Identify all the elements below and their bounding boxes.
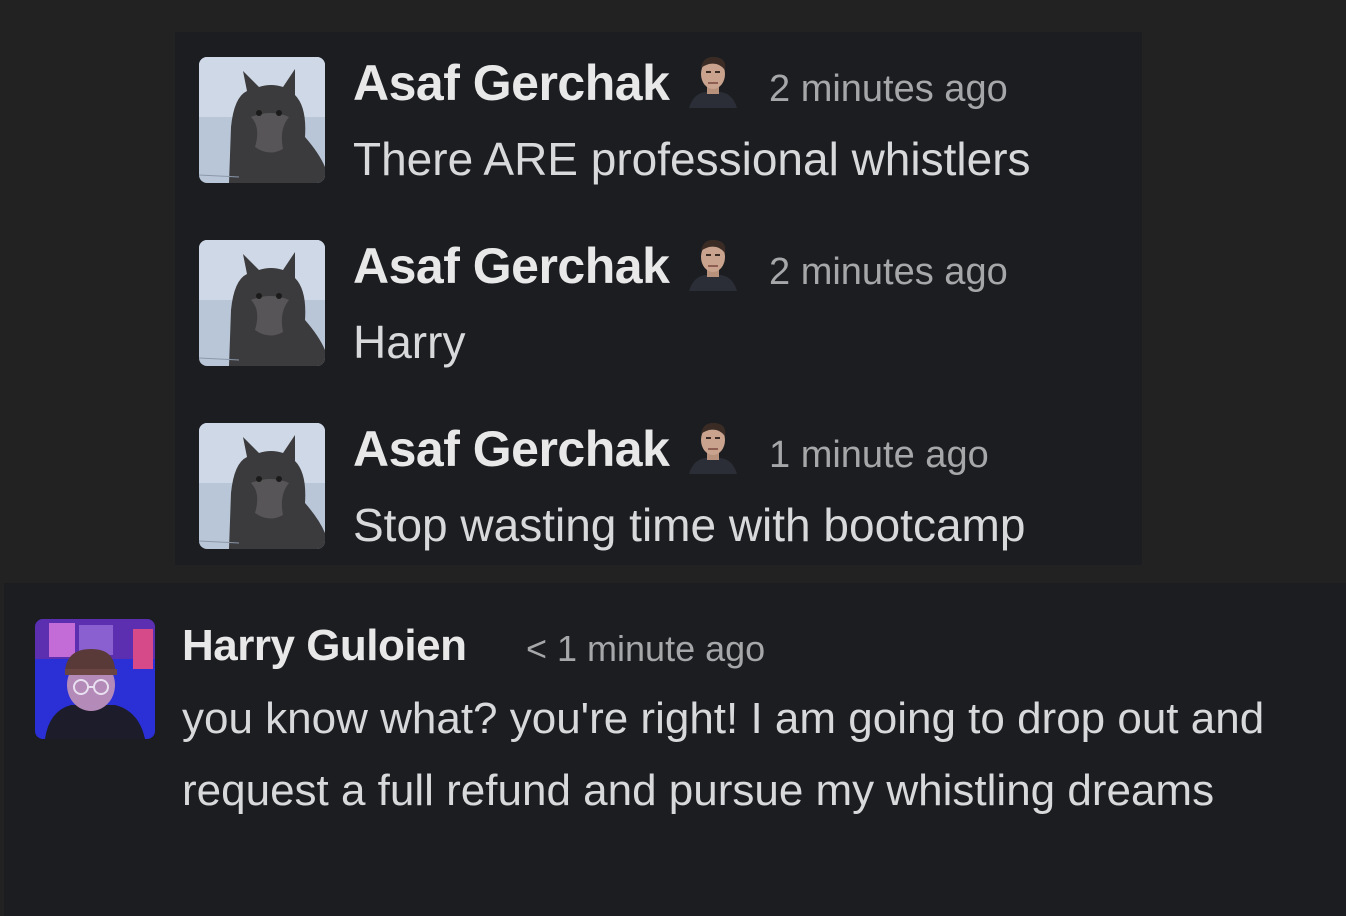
message-text: There ARE professional whistlers xyxy=(353,133,1031,185)
reply-message[interactable]: Harry Guloien < 1 minute ago you know wh… xyxy=(4,583,1346,916)
quoted-messages: Asaf Gerchak 2 minutes ago There ARE pro… xyxy=(175,32,1142,565)
message-timestamp[interactable]: 2 minutes ago xyxy=(769,251,1008,294)
message-author[interactable]: Asaf Gerchak xyxy=(353,420,670,478)
reply-timestamp[interactable]: < 1 minute ago xyxy=(526,628,765,670)
message-text: Harry xyxy=(353,316,466,368)
message-item[interactable]: Asaf Gerchak 2 minutes ago There ARE pro… xyxy=(175,32,1142,215)
reply-author[interactable]: Harry Guloien xyxy=(182,621,467,671)
message-timestamp[interactable]: 2 minutes ago xyxy=(769,68,1008,111)
person-avatar-icon[interactable] xyxy=(35,619,155,739)
face-status-emoji-icon[interactable] xyxy=(685,418,741,474)
message-author[interactable]: Asaf Gerchak xyxy=(353,54,670,112)
cat-avatar-icon[interactable] xyxy=(199,240,325,366)
face-status-emoji-icon[interactable] xyxy=(685,235,741,291)
message-text: Stop wasting time with bootcamp xyxy=(353,499,1026,551)
face-status-emoji-icon[interactable] xyxy=(685,52,741,108)
message-item[interactable]: Asaf Gerchak 1 minute ago Stop wasting t… xyxy=(175,398,1142,565)
message-item[interactable]: Asaf Gerchak 2 minutes ago Harry xyxy=(175,215,1142,398)
cat-avatar-icon[interactable] xyxy=(199,423,325,549)
message-timestamp[interactable]: 1 minute ago xyxy=(769,434,989,477)
message-author[interactable]: Asaf Gerchak xyxy=(353,237,670,295)
reply-text: you know what? you're right! I am going … xyxy=(182,694,1265,815)
cat-avatar-icon[interactable] xyxy=(199,57,325,183)
